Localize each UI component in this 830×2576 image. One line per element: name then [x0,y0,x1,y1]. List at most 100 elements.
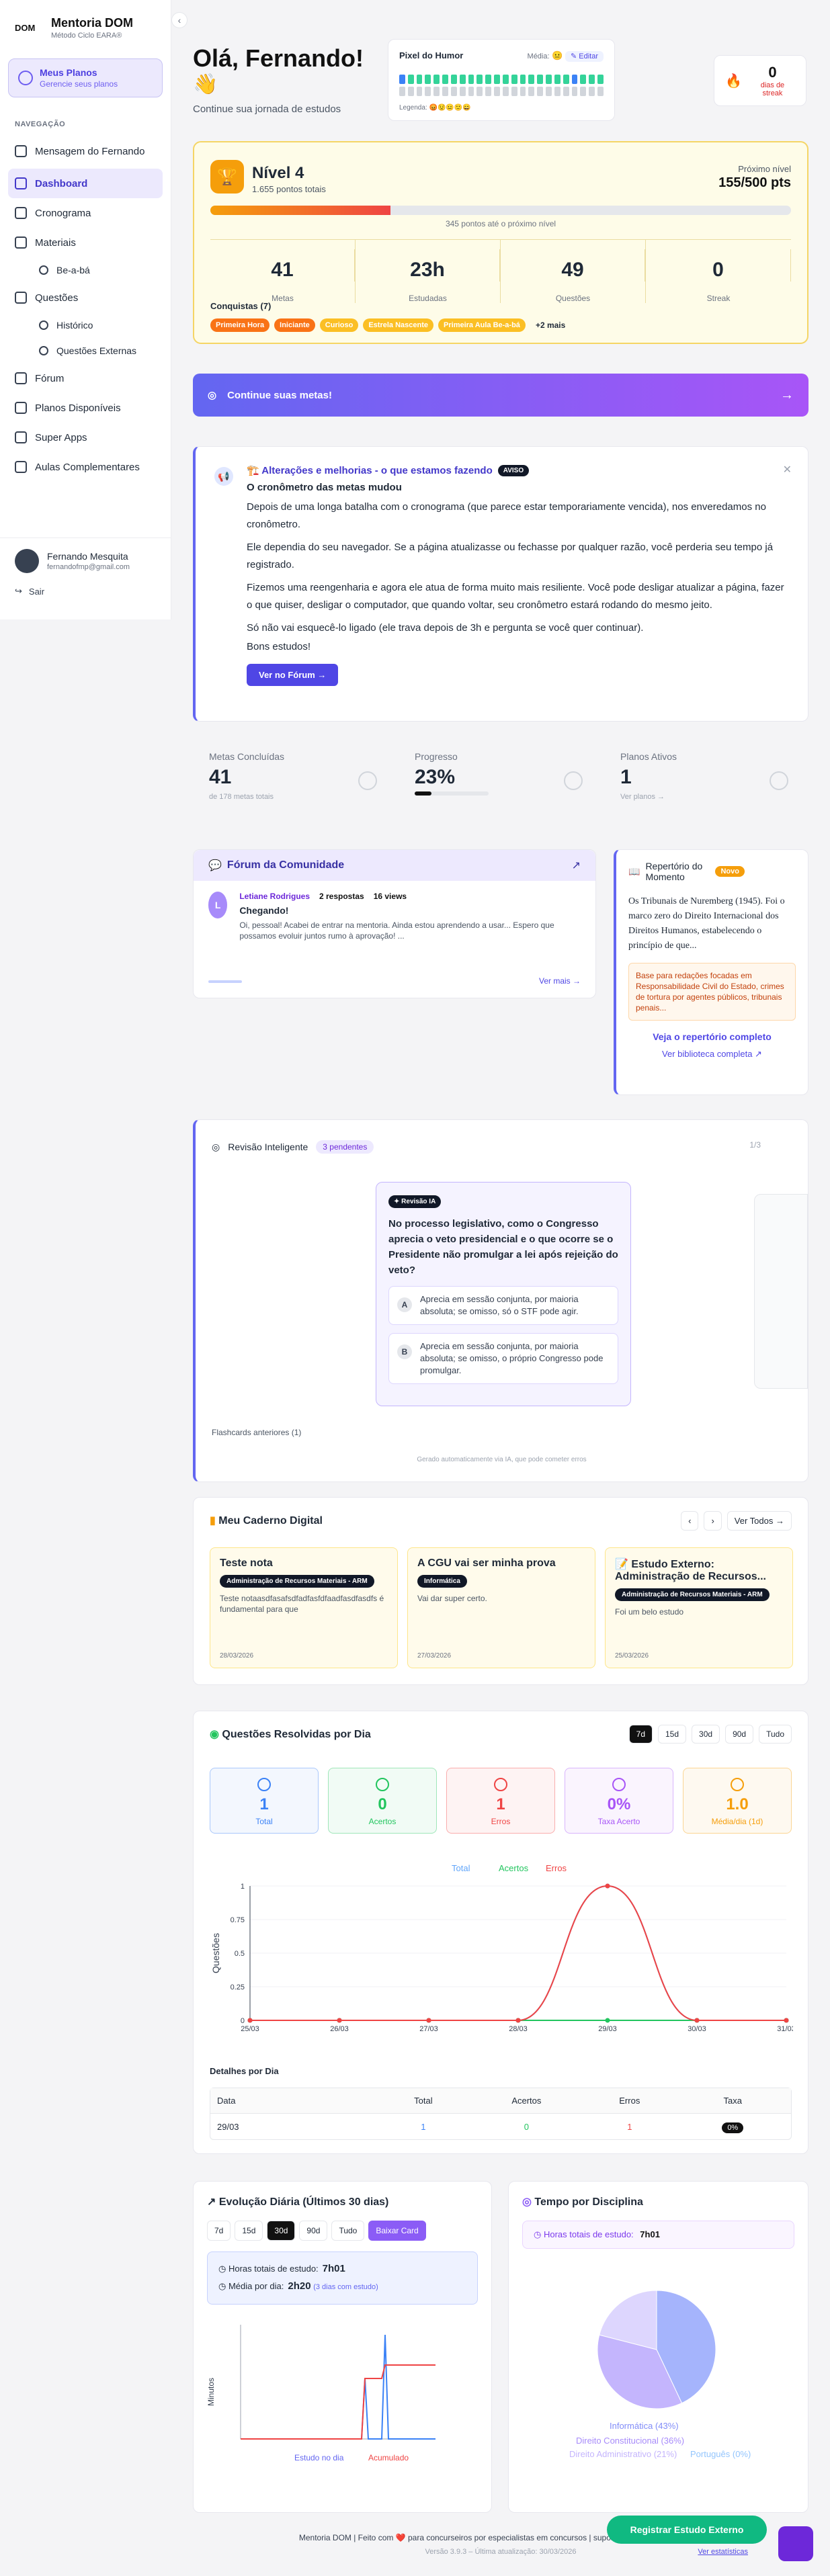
data-point[interactable] [247,2018,253,2023]
next-button[interactable]: › [704,1511,722,1531]
tab-90d[interactable]: 90d [299,2221,328,2241]
next-flashcard-preview[interactable] [754,1194,808,1389]
note-card[interactable]: A CGU vai ser minha prova Informática Vai … [407,1547,595,1668]
mood-cell[interactable] [597,75,604,84]
badge[interactable]: Iniciante [274,318,315,332]
mood-cell[interactable] [407,75,414,84]
pie-legend-item[interactable]: Português (0%) [690,2449,751,2459]
badge[interactable]: Primeira Aula Be-a-bá [438,318,526,332]
mood-cell[interactable] [476,75,483,84]
legend-item[interactable]: Erros [546,1863,567,1873]
view-plans-link[interactable]: Ver planos → [620,793,815,801]
nav-cronograma[interactable]: Cronograma [0,198,171,228]
pie-legend-item[interactable]: Informática (43%) [610,2421,679,2431]
mood-cell[interactable] [442,87,448,96]
register-external-study-button[interactable]: Registrar Estudo Externo [607,2516,767,2544]
mood-cell[interactable] [459,75,466,84]
nav-forum[interactable]: Fórum [0,363,171,393]
mood-cell[interactable] [425,75,431,84]
nav-materiais[interactable]: Materiais [0,228,171,257]
nav-super-apps[interactable]: Super Apps [0,423,171,452]
badge[interactable]: Estrela Nascente [363,318,434,332]
mood-cell[interactable] [433,87,440,96]
range-7d[interactable]: 7d [628,1725,653,1744]
range-all[interactable]: Tudo [759,1725,792,1744]
pie-legend-item[interactable]: Direito Administrativo (21%) [569,2449,677,2459]
mood-cell[interactable] [511,87,517,96]
nav-historico[interactable]: Histórico [0,312,171,338]
prev-button[interactable]: ‹ [681,1511,699,1531]
mood-cell[interactable] [425,87,431,96]
collapse-sidebar-button[interactable]: ‹ [171,12,188,28]
stats-link[interactable]: Ver estatísticas [698,2548,748,2556]
mood-cell[interactable] [476,87,483,96]
brand[interactable]: DOM Mentoria DOM Método Ciclo EARA® [0,0,171,40]
nav-be-a-ba[interactable]: Be-a-bá [0,257,171,283]
nav-questoes[interactable]: Questões [0,283,171,312]
mood-cell[interactable] [589,87,595,96]
data-point[interactable] [337,2018,342,2023]
mood-cell[interactable] [416,87,423,96]
nav-mensagem[interactable]: Mensagem do Fernando [0,134,171,169]
continue-goals-button[interactable]: ◎ Continue suas metas! → [193,374,808,417]
mood-cell[interactable] [597,87,604,96]
mood-cell[interactable] [433,75,440,84]
legend-item[interactable]: Acertos [499,1863,529,1873]
mood-cell[interactable] [554,75,561,84]
mood-cell[interactable] [580,87,587,96]
legend-item[interactable]: Total [452,1863,470,1873]
mood-cell[interactable] [502,87,509,96]
nav-dashboard[interactable]: Dashboard [8,169,163,198]
mood-cell[interactable] [546,75,552,84]
data-point[interactable] [515,2018,521,2023]
mood-cell[interactable] [494,87,500,96]
mood-cell[interactable] [571,87,578,96]
mood-cell[interactable] [502,75,509,84]
mood-grid[interactable] [399,75,604,96]
mood-cell[interactable] [563,87,569,96]
data-point[interactable] [605,1883,610,1889]
carousel-dots[interactable] [208,980,242,983]
floating-action-button[interactable] [778,2526,813,2561]
mood-cell[interactable] [442,75,448,84]
nav-planos[interactable]: Planos Disponíveis [0,393,171,423]
my-plans-button[interactable]: Meus Planos Gerencie seus planos [8,58,163,97]
tab-all[interactable]: Tudo [331,2221,365,2241]
mood-cell[interactable] [485,87,492,96]
data-point[interactable] [426,2018,431,2023]
mood-cell[interactable] [571,75,578,84]
previous-flashcards[interactable]: Flashcards anteriores (1) [212,1428,301,1437]
tab-15d[interactable]: 15d [235,2221,263,2241]
mood-cell[interactable] [416,75,423,84]
mood-cell[interactable] [450,75,457,84]
mood-cell[interactable] [407,87,414,96]
badge[interactable]: Primeira Hora [210,318,270,332]
nav-questoes-externas[interactable]: Questões Externas [0,338,171,363]
mood-cell[interactable] [537,75,544,84]
user-profile[interactable]: Fernando Mesquita fernandofmp@gmail.com [0,538,171,584]
library-link[interactable]: Ver biblioteca completa ↗ [628,1049,796,1060]
full-repertoire-button[interactable]: Veja o repertório completo [628,1031,796,1042]
range-90d[interactable]: 90d [725,1725,754,1744]
mood-cell[interactable] [511,75,517,84]
mood-cell[interactable] [494,75,500,84]
see-all-button[interactable]: Ver Todos → [727,1511,792,1531]
range-30d[interactable]: 30d [692,1725,720,1744]
mood-cell[interactable] [563,75,569,84]
range-15d[interactable]: 15d [658,1725,687,1744]
view-forum-button[interactable]: Ver no Fórum → [247,664,339,686]
tab-7d[interactable]: 7d [207,2221,231,2241]
mood-edit-button[interactable]: ✎ Editar [565,51,604,62]
see-more-link[interactable]: Ver mais → [539,976,581,986]
mood-cell[interactable] [459,87,466,96]
data-point[interactable] [784,2018,789,2023]
note-card[interactable]: 📝 Estudo Externo: Administração de Recur… [605,1547,793,1668]
more-badges[interactable]: +2 mais [536,320,565,330]
mood-cell[interactable] [399,87,405,96]
logout-button[interactable]: ↪ Sair [15,586,44,597]
mood-cell[interactable] [485,75,492,84]
mood-cell[interactable] [520,87,526,96]
flashcard[interactable]: ✦ Revisão IA No processo legislativo, co… [376,1182,631,1406]
mood-cell[interactable] [520,75,526,84]
nav-aulas[interactable]: Aulas Complementares [0,452,171,482]
